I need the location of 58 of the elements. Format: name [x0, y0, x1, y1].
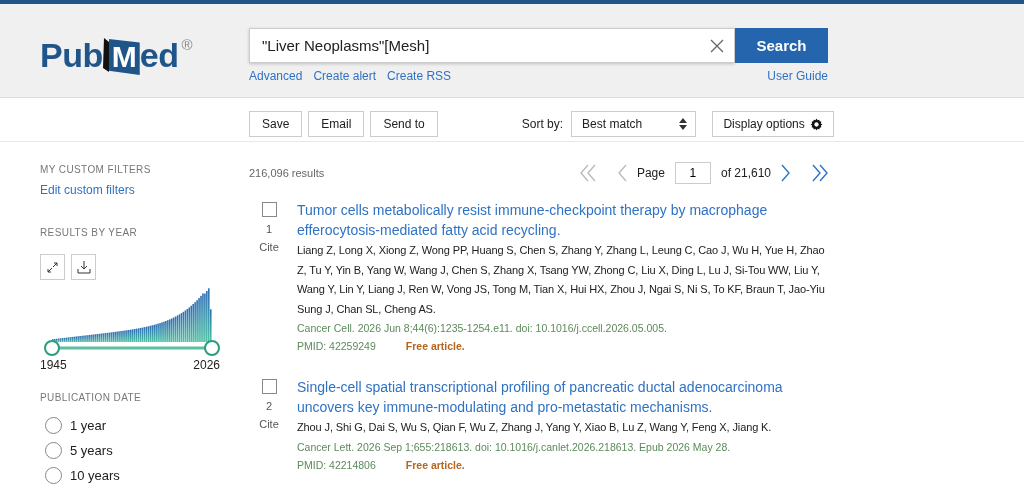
gear-icon — [809, 117, 823, 131]
search-input[interactable]: "Liver Neoplasms"[Mesh] — [260, 36, 700, 55]
page-total: of 21,610 — [720, 166, 771, 180]
search-button[interactable]: Search — [735, 28, 828, 63]
section-heading: MY CUSTOM FILTERS — [40, 164, 152, 175]
cite-link[interactable]: Cite — [259, 241, 279, 253]
expand-icon[interactable] — [40, 254, 65, 280]
article-title-link[interactable]: Single-cell spatial transcriptional profiling of pancreatic ductal adenocarcinoma uncovers key immune-modulating and pro-metastatic mechanisms. — [297, 377, 828, 417]
slider-handle[interactable] — [204, 340, 220, 356]
free-article-label: Free article. — [405, 339, 465, 354]
author-list: Liang Z, Long X, Xiong Z, Wong PP, Huang S, Chen S, Zhang Y, Zhang L, Leung C, Cao J, Wu H, Yue H, Zhao Z, Tu Y, Yin B, Yang W, Wang J, Chen S, Zhang X, Tsang YW, Zhong C, Liu X, Ding L, Lu J, Si-Tou WW, Liu Y, Wang Y, Lin Y, Liang J, Ren W, Vong JS, Tong M, Tian X, Hui HX, Zhou J, Ngai S, Ni S, To KF, Braun T, Jao-Yiu Sung J, Chan SL, Cheng AS. — [297, 241, 828, 319]
search-option-link[interactable]: Advanced — [249, 69, 303, 83]
action-button[interactable]: Email — [308, 111, 365, 137]
action-button[interactable]: Save — [249, 111, 303, 137]
display-options-button[interactable]: Display options — [712, 111, 835, 137]
results-count: 216,096 results — [249, 167, 325, 179]
previous-page-icon[interactable] — [617, 164, 627, 182]
sort-arrows-icon — [679, 118, 688, 130]
pmid-text: PMID: 42214806 — [297, 457, 376, 473]
cite-link[interactable]: Cite — [259, 418, 279, 430]
next-page-icon[interactable] — [781, 164, 790, 182]
year-label: 2026 — [193, 358, 220, 372]
registered-mark: ® — [181, 36, 193, 53]
year-range-slider[interactable] — [44, 340, 220, 356]
result-number: 2 — [265, 400, 273, 412]
section-heading: RESULTS BY YEAR — [40, 227, 139, 238]
first-page-icon[interactable] — [579, 164, 596, 182]
page-label: Page — [636, 166, 665, 180]
slider-handle[interactable] — [44, 340, 60, 356]
sort-label: Sort by: — [521, 117, 564, 131]
logo-text: Pub — [40, 36, 103, 74]
journal-citation: Cancer Cell. 2026 Jun 8;44(6):1235-1254.e11. doi: 10.1016/j.ccell.2026.05.005. — [297, 321, 668, 336]
author-list: Zhou J, Shi G, Dai S, Wu S, Qian F, Wu Z, Zhang J, Yang Y, Xiao B, Lu Z, Wang Y, Feng X, Jiang K. — [297, 418, 828, 438]
radio-label: 10 years — [70, 468, 120, 483]
logo-book-letter: M — [108, 39, 140, 75]
article-title-link[interactable]: Tumor cells metabolically resist immune-checkpoint therapy by macrophage efferocytosis-mediated fatty acid recycling. — [297, 200, 828, 240]
last-page-icon[interactable] — [812, 164, 828, 182]
page-number-field[interactable]: 1 — [674, 162, 711, 184]
year-label: 1945 — [40, 358, 67, 372]
pmid-text: PMID: 42259249 — [297, 339, 376, 354]
section-heading: PUBLICATION DATE — [40, 392, 143, 403]
action-button[interactable]: Send to — [370, 111, 438, 137]
search-option-link[interactable]: Create alert — [313, 69, 377, 83]
logo-text: ed — [139, 36, 179, 74]
download-icon[interactable] — [71, 254, 96, 280]
edit-filters-link[interactable]: Edit custom filters — [40, 183, 249, 197]
radio-label: 1 year — [70, 418, 107, 433]
user-guide-link[interactable]: User Guide — [767, 69, 828, 83]
result-checkbox[interactable] — [261, 379, 277, 394]
search-field[interactable]: "Liver Neoplasms"[Mesh] — [249, 28, 735, 63]
free-article-label: Free article. — [405, 457, 465, 473]
radio-label: 5 years — [70, 443, 113, 458]
clear-icon[interactable] — [700, 29, 734, 62]
sort-select[interactable]: Best match — [571, 111, 697, 137]
search-option-link[interactable]: Create RSS — [387, 69, 452, 83]
result-checkbox[interactable] — [261, 202, 277, 217]
result-number: 1 — [265, 223, 273, 235]
journal-citation: Cancer Lett. 2026 Sep 1;655:218613. doi: 10.1016/j.canlet.2026.218613. Epub 2026 May 28. — [297, 439, 732, 455]
